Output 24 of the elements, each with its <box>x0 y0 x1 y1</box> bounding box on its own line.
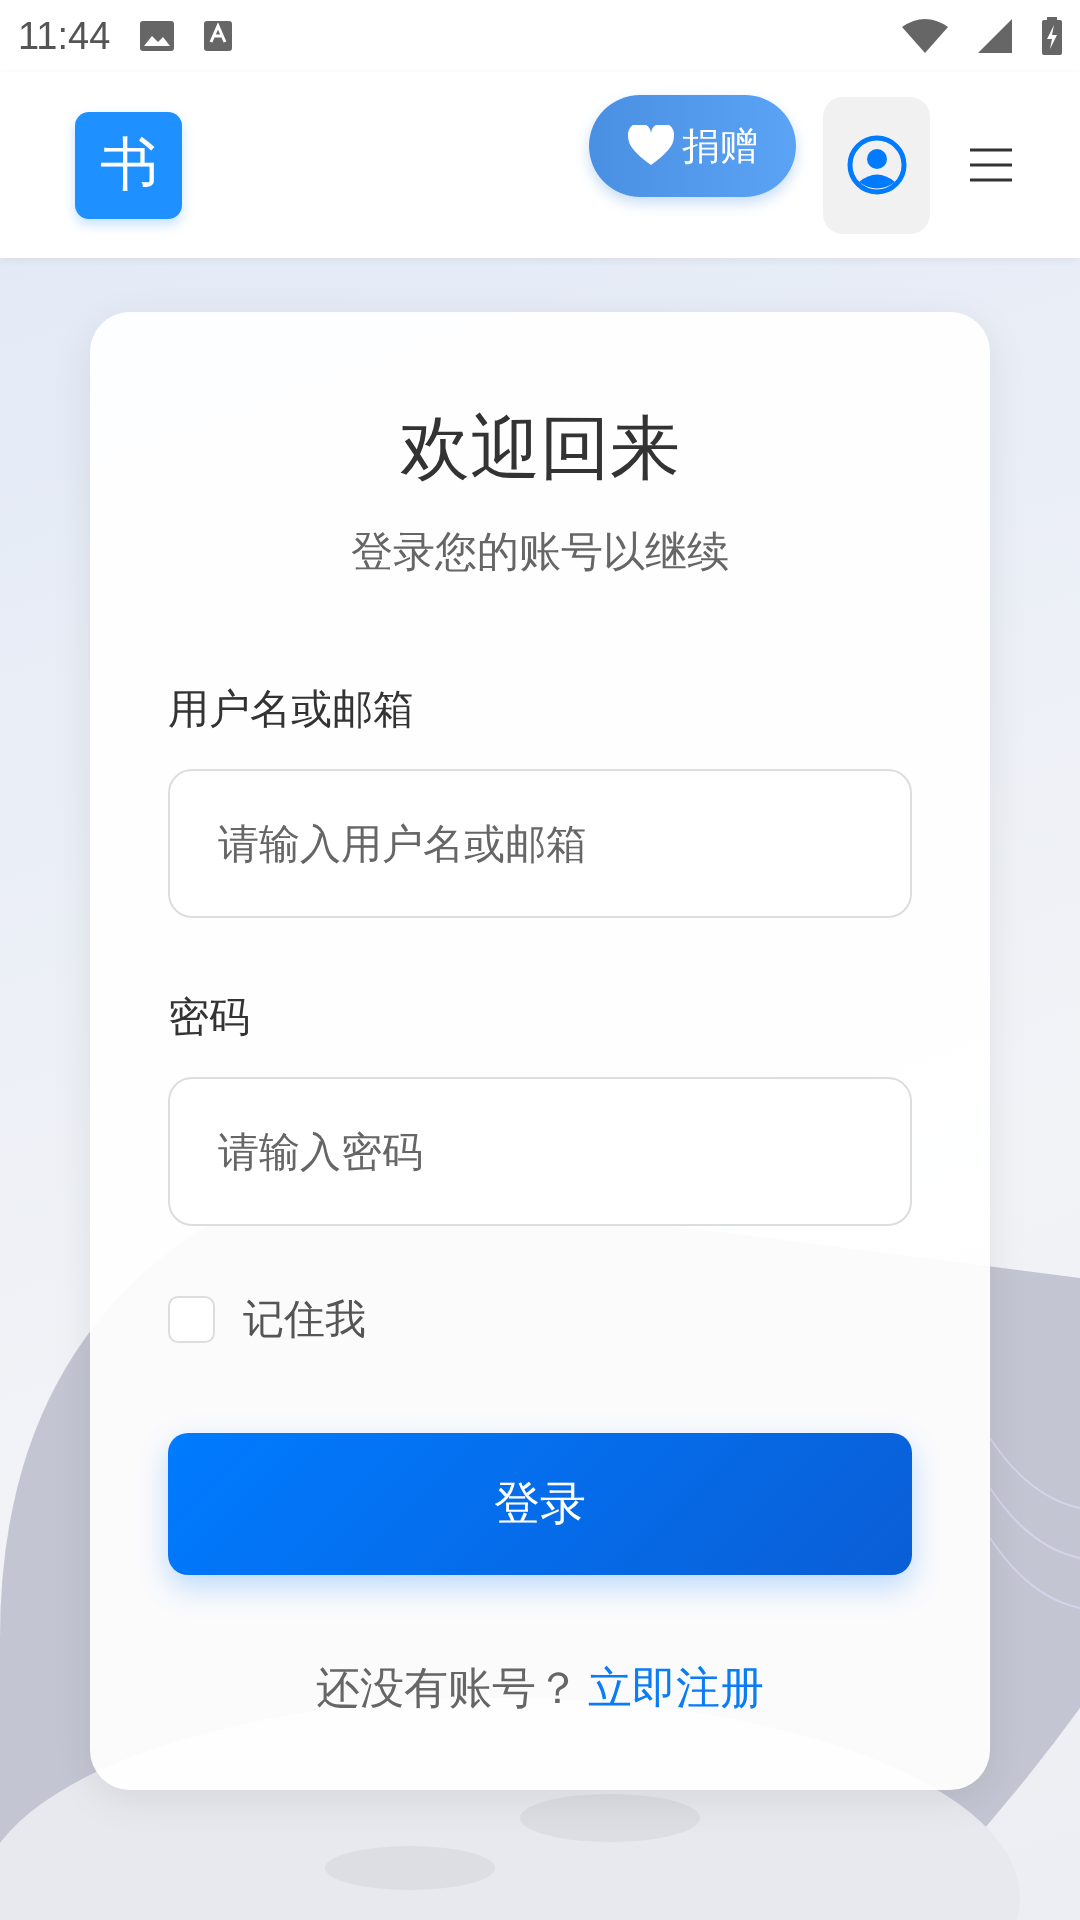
input-field[interactable]: 请输入密码 <box>168 1077 912 1226</box>
card-title: 欢迎回来 <box>400 406 680 491</box>
account-button[interactable] <box>823 96 930 234</box>
card-subtitle: 登录您的账号以继续 <box>351 526 729 578</box>
input-field[interactable]: 请输入用户名或邮箱 <box>168 769 912 918</box>
user-icon <box>846 135 907 195</box>
signal-icon <box>978 19 1012 53</box>
register-prompt: 还没有账号？ <box>316 1661 580 1715</box>
text-icon <box>204 21 233 51</box>
field-label: 用户名或邮箱 <box>168 684 414 735</box>
battery-icon <box>1042 17 1062 55</box>
image-icon <box>140 21 175 51</box>
remember-checkbox[interactable] <box>168 1296 215 1343</box>
wifi-icon <box>902 19 948 53</box>
app-logo[interactable]: 书 <box>75 111 182 219</box>
heart-icon <box>627 125 674 167</box>
remember-label: 记住我 <box>243 1294 366 1345</box>
menu-button[interactable] <box>970 148 1012 182</box>
status-time: 11:44 <box>18 14 111 58</box>
field-label: 密码 <box>168 992 250 1043</box>
register-link[interactable]: 立即注册 <box>588 1659 764 1718</box>
login-button[interactable]: 登录 <box>168 1433 912 1575</box>
donate-button[interactable]: 捐赠 <box>589 95 796 197</box>
menu-icon <box>970 148 1012 182</box>
